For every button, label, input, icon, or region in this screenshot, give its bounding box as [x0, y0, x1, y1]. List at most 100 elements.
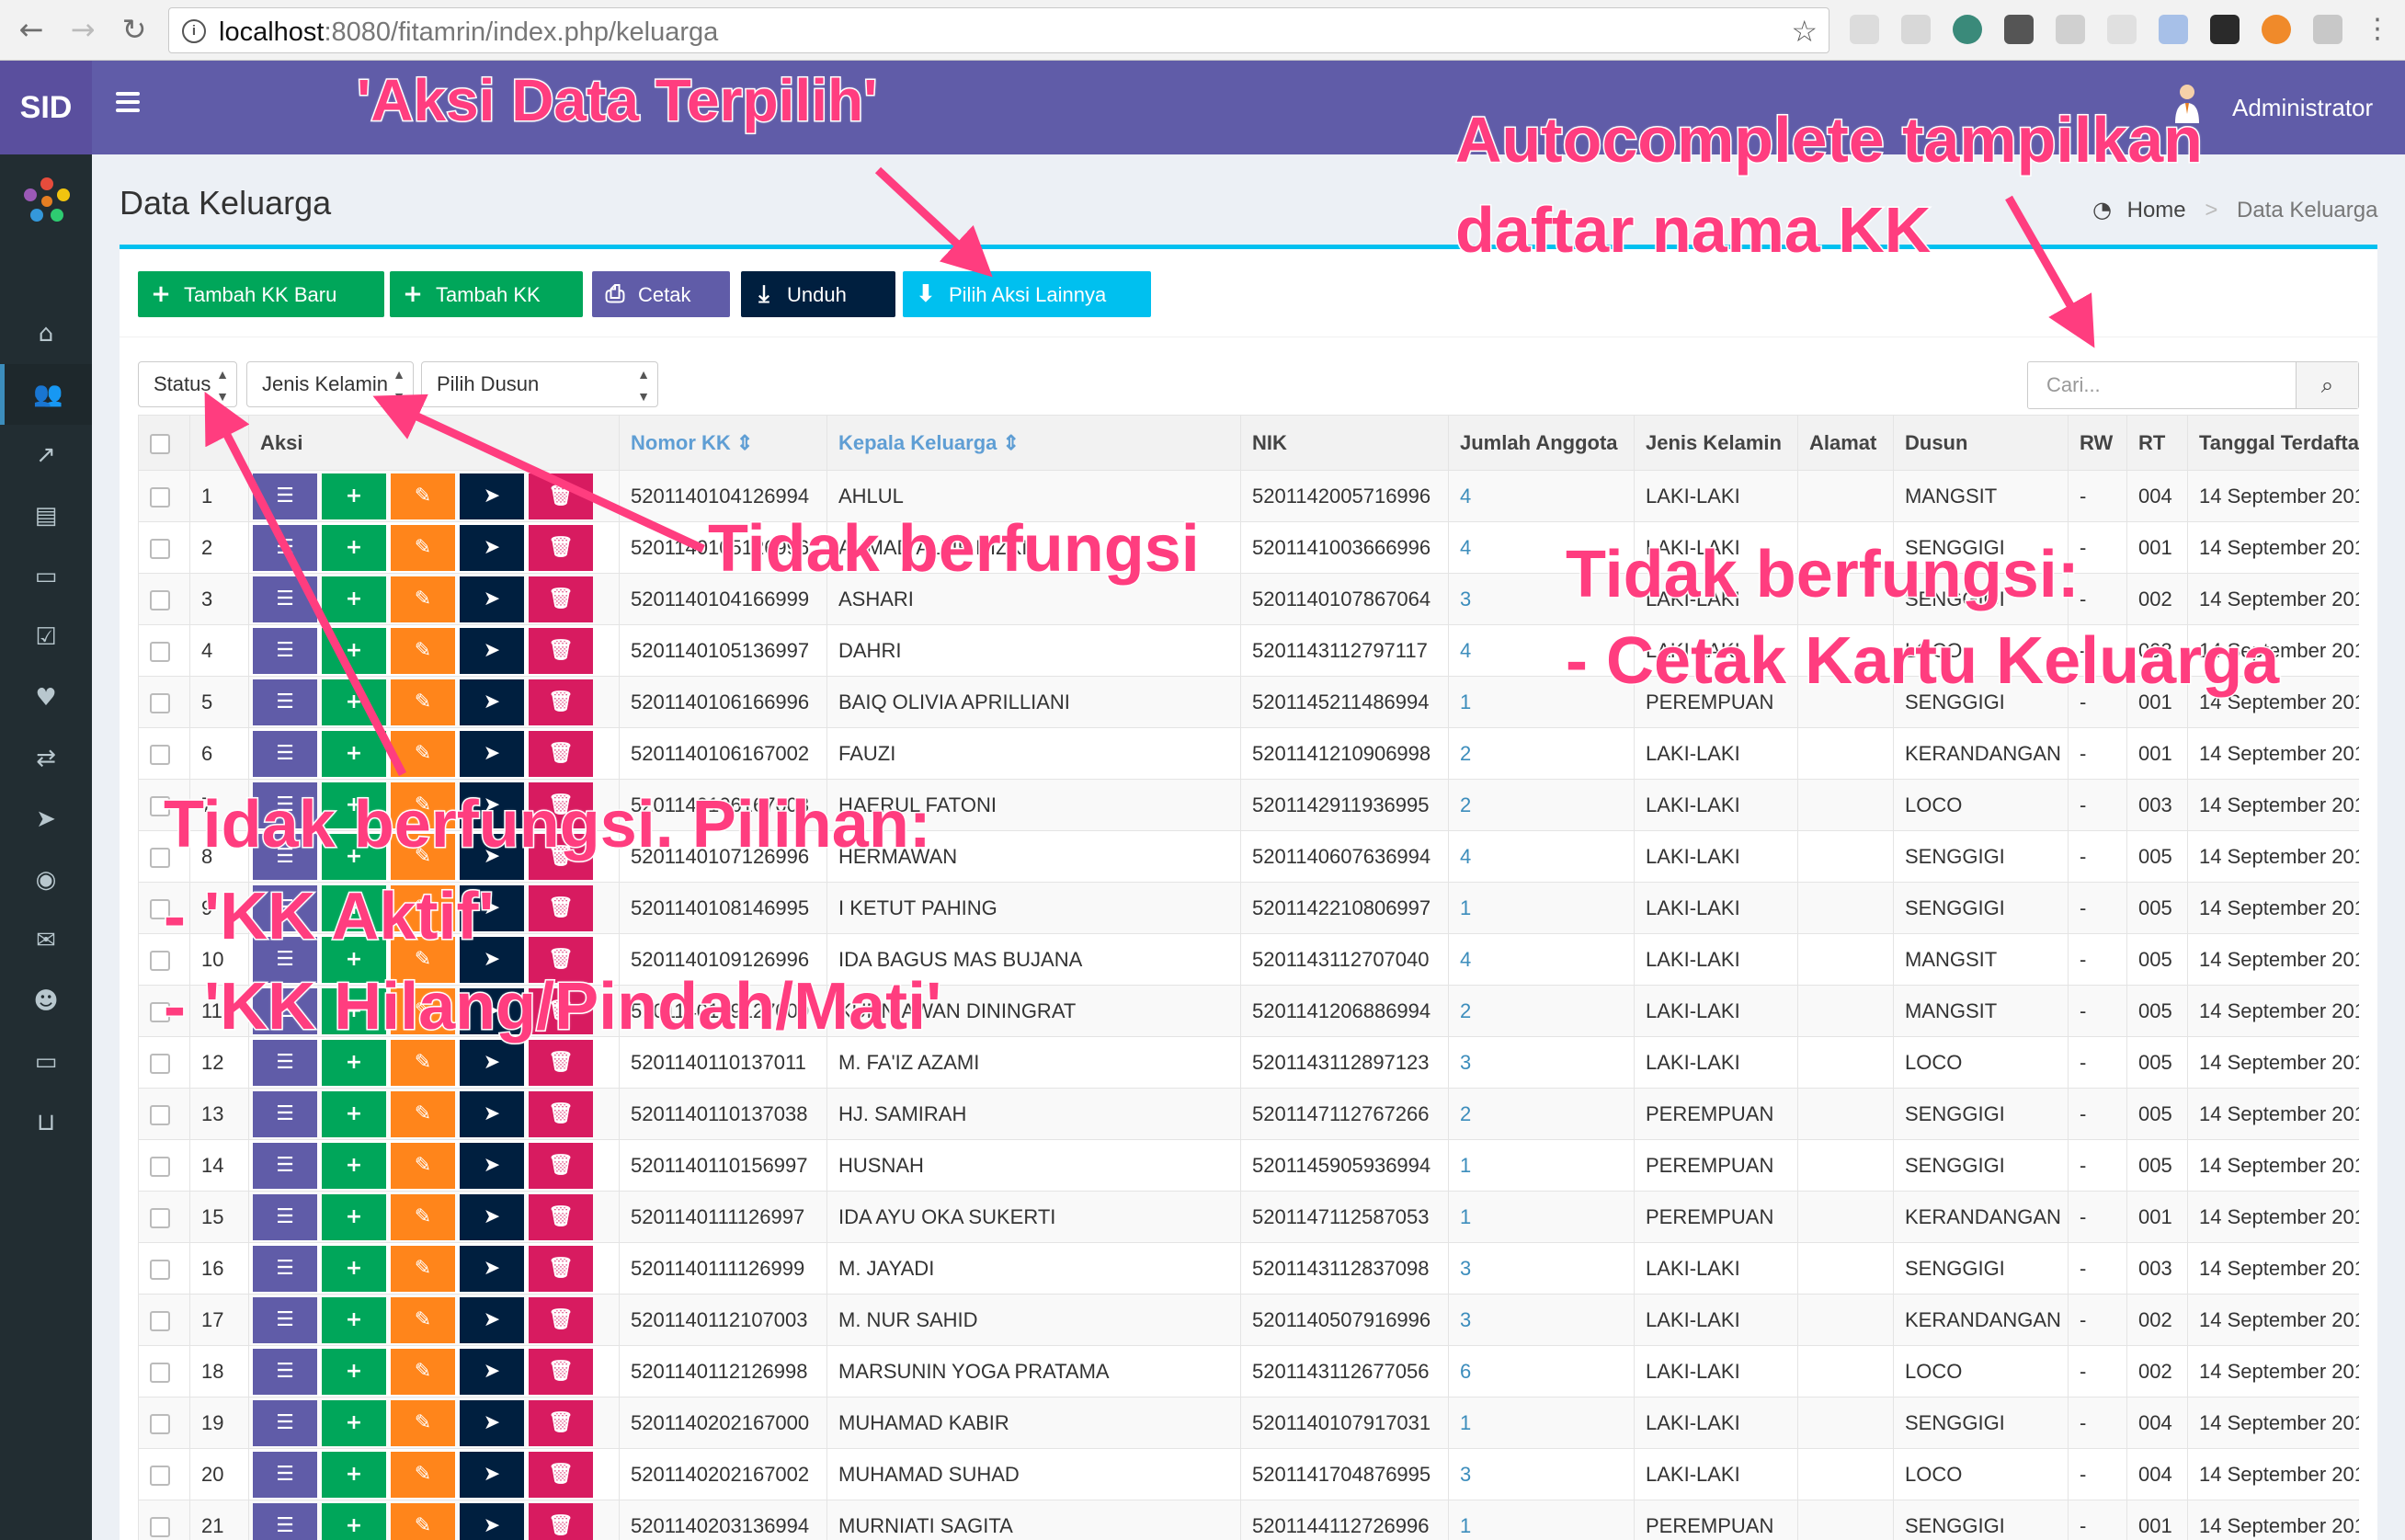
tambah-anggota-button[interactable]: + — [322, 1245, 386, 1292]
cell-jumlah-anggota[interactable]: 2 — [1448, 1088, 1635, 1140]
tambah-anggota-button[interactable]: + — [322, 627, 386, 674]
row-checkbox[interactable] — [150, 1310, 170, 1331]
extension-icon[interactable] — [1850, 15, 1879, 44]
cell-jumlah-anggota[interactable]: 3 — [1448, 1036, 1635, 1089]
cell-jumlah-anggota[interactable]: 3 — [1448, 1242, 1635, 1295]
row-checkbox[interactable] — [150, 538, 170, 559]
cell-jumlah-anggota[interactable]: 1 — [1448, 1500, 1635, 1540]
tambah-anggota-button[interactable]: + — [322, 524, 386, 571]
extension-icon[interactable] — [2313, 15, 2342, 44]
lokasi-button[interactable]: ➤ — [460, 1451, 524, 1498]
search-button[interactable]: ⌕ — [2296, 362, 2358, 408]
reload-icon[interactable]: ↻ — [116, 11, 153, 48]
ubah-button[interactable]: ✎ — [391, 1142, 455, 1189]
tambah-kk-baru-button[interactable]: + Tambah KK Baru — [138, 271, 384, 317]
tambah-anggota-button[interactable]: + — [322, 1348, 386, 1395]
row-checkbox[interactable] — [150, 641, 170, 662]
cell-jumlah-anggota[interactable]: 1 — [1448, 882, 1635, 934]
send-icon[interactable]: ➤ — [0, 789, 92, 850]
hapus-button[interactable]: 🗑 — [529, 1296, 593, 1343]
jenis-kelamin-select[interactable]: Jenis Kelamin ▲ ▼ — [246, 361, 414, 407]
rincian-button[interactable]: ☰ — [253, 1451, 317, 1498]
row-checkbox[interactable] — [150, 1259, 170, 1280]
tambah-anggota-button[interactable]: + — [322, 473, 386, 519]
group-icon[interactable]: ☻ — [0, 971, 92, 1032]
ubah-button[interactable]: ✎ — [391, 679, 455, 725]
hapus-button[interactable]: 🗑 — [529, 1142, 593, 1189]
cell-jumlah-anggota[interactable]: 6 — [1448, 1345, 1635, 1397]
hapus-button[interactable]: 🗑 — [529, 679, 593, 725]
hapus-button[interactable]: 🗑 — [529, 1502, 593, 1540]
tambah-anggota-button[interactable]: + — [322, 1399, 386, 1446]
tambah-anggota-button[interactable]: + — [322, 1502, 386, 1540]
tambah-anggota-button[interactable]: + — [322, 730, 386, 777]
rincian-button[interactable]: ☰ — [253, 679, 317, 725]
row-checkbox[interactable] — [150, 744, 170, 765]
rincian-button[interactable]: ☰ — [253, 1502, 317, 1540]
ubah-button[interactable]: ✎ — [391, 1451, 455, 1498]
tambah-anggota-button[interactable]: + — [322, 1142, 386, 1189]
rincian-button[interactable]: ☰ — [253, 1245, 317, 1292]
lokasi-button[interactable]: ➤ — [460, 576, 524, 622]
chart-icon[interactable]: ↗ — [0, 425, 92, 485]
breadcrumb-home[interactable]: Home — [2127, 198, 2186, 222]
row-checkbox[interactable] — [150, 1465, 170, 1486]
check-icon[interactable]: ☑ — [0, 607, 92, 667]
tambah-anggota-button[interactable]: + — [322, 1090, 386, 1137]
rincian-button[interactable]: ☰ — [253, 1193, 317, 1240]
cell-jumlah-anggota[interactable]: 4 — [1448, 933, 1635, 986]
lokasi-button[interactable]: ➤ — [460, 730, 524, 777]
lokasi-button[interactable]: ➤ — [460, 1245, 524, 1292]
search-input[interactable] — [2028, 362, 2295, 408]
extension-icon[interactable] — [1901, 15, 1931, 44]
hapus-button[interactable]: 🗑 — [529, 1399, 593, 1446]
lokasi-button[interactable]: ➤ — [460, 1399, 524, 1446]
hapus-button[interactable]: 🗑 — [529, 473, 593, 519]
user-name[interactable]: Administrator — [2232, 94, 2373, 122]
monitor-icon[interactable]: ▭ — [0, 1032, 92, 1092]
select-all-checkbox[interactable] — [150, 433, 170, 454]
ubah-button[interactable]: ✎ — [391, 473, 455, 519]
hapus-button[interactable]: 🗑 — [529, 1245, 593, 1292]
hapus-button[interactable]: 🗑 — [529, 1348, 593, 1395]
hapus-button[interactable]: 🗑 — [529, 884, 593, 931]
rincian-button[interactable]: ☰ — [253, 524, 317, 571]
cell-jumlah-anggota[interactable]: 1 — [1448, 1139, 1635, 1192]
tambah-kk-button[interactable]: + Tambah KK — [390, 271, 583, 317]
lokasi-button[interactable]: ➤ — [460, 1090, 524, 1137]
signpost-icon[interactable]: ⇄ — [0, 728, 92, 789]
row-checkbox[interactable] — [150, 589, 170, 610]
b-extension-icon[interactable] — [2262, 15, 2291, 44]
status-select[interactable]: Status ▲ ▼ — [138, 361, 237, 407]
rincian-button[interactable]: ☰ — [253, 1090, 317, 1137]
cell-jumlah-anggota[interactable]: 1 — [1448, 1191, 1635, 1243]
bulb-extension-icon[interactable] — [2056, 15, 2085, 44]
tambah-anggota-button[interactable]: + — [322, 1451, 386, 1498]
row-checkbox[interactable] — [150, 1413, 170, 1434]
back-icon[interactable]: ← — [13, 11, 50, 48]
cetak-button[interactable]: ⎙ Cetak — [592, 271, 730, 317]
rincian-button[interactable]: ☰ — [253, 1039, 317, 1086]
cell-jumlah-anggota[interactable]: 4 — [1448, 470, 1635, 522]
lokasi-button[interactable]: ➤ — [460, 1348, 524, 1395]
clock-extension-icon[interactable] — [1953, 15, 1982, 44]
row-checkbox[interactable] — [150, 486, 170, 508]
globe-icon[interactable]: ◉ — [0, 850, 92, 910]
row-checkbox[interactable] — [150, 1362, 170, 1383]
lokasi-button[interactable]: ➤ — [460, 1039, 524, 1086]
hapus-button[interactable]: 🗑 — [529, 524, 593, 571]
ubah-button[interactable]: ✎ — [391, 1193, 455, 1240]
lokasi-button[interactable]: ➤ — [460, 1296, 524, 1343]
mail-icon[interactable]: ✉ — [0, 910, 92, 971]
cell-jumlah-anggota[interactable]: 3 — [1448, 1294, 1635, 1346]
extension-icon[interactable] — [2004, 15, 2034, 44]
s-extension-icon[interactable] — [2210, 15, 2240, 44]
cell-jumlah-anggota[interactable]: 3 — [1448, 1448, 1635, 1500]
ubah-button[interactable]: ✎ — [391, 1039, 455, 1086]
rincian-button[interactable]: ☰ — [253, 1348, 317, 1395]
ubah-button[interactable]: ✎ — [391, 1399, 455, 1446]
book-icon[interactable]: ▤ — [0, 485, 92, 546]
extension-icon[interactable] — [2107, 15, 2137, 44]
ubah-button[interactable]: ✎ — [391, 1502, 455, 1540]
lokasi-button[interactable]: ➤ — [460, 627, 524, 674]
